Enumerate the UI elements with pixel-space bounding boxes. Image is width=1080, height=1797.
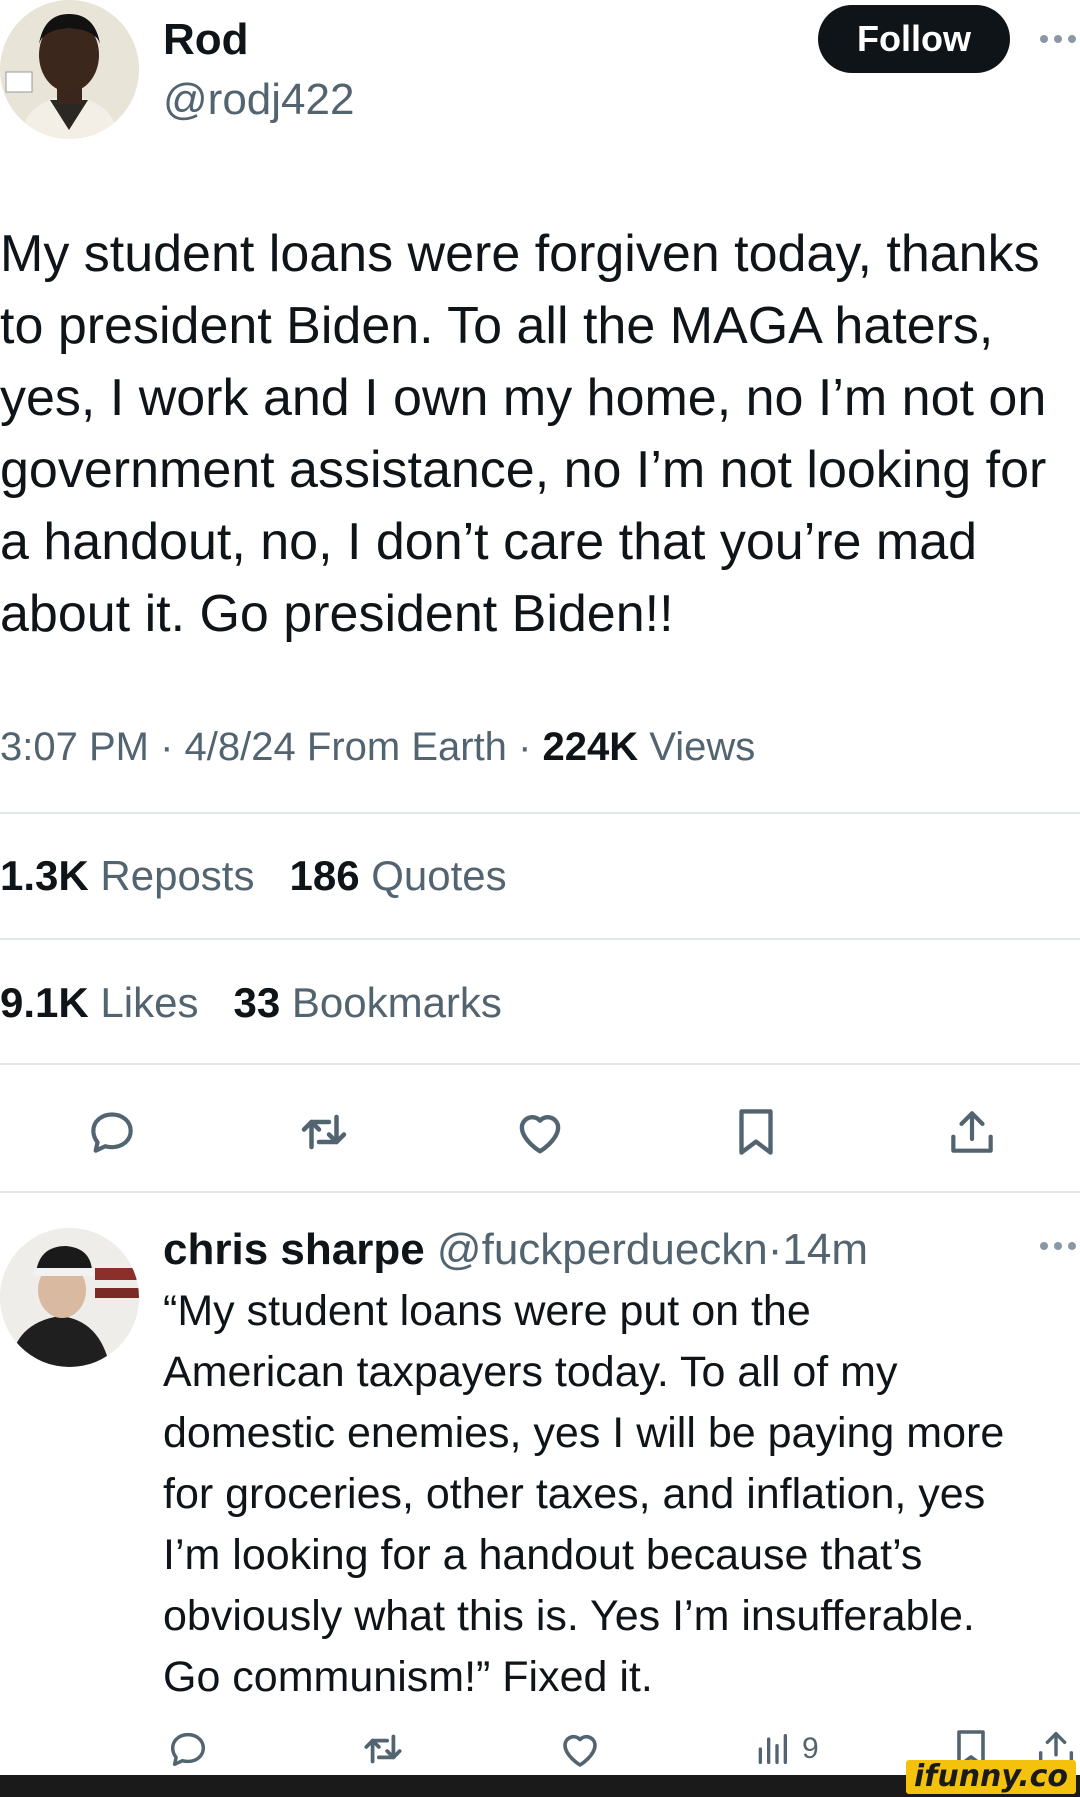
likes-label: Likes (100, 979, 199, 1026)
views-count: 224K (542, 725, 639, 769)
share-icon[interactable] (940, 1100, 1004, 1164)
meta-separator: · (767, 1225, 783, 1274)
reply-time[interactable]: 14m (782, 1225, 868, 1274)
meta-separator: · (160, 725, 174, 769)
meta-separator: · (518, 725, 532, 769)
more-options-icon[interactable] (1040, 35, 1076, 43)
reposts-label: Reposts (100, 852, 255, 899)
tweet-text: My student loans were forgiven today, th… (0, 225, 1047, 643)
views-icon (752, 1729, 792, 1769)
avatar[interactable] (0, 0, 139, 139)
repost-icon[interactable] (292, 1100, 356, 1164)
watermark-logo: ifunny.co (906, 1760, 1076, 1794)
like-stats: 9.1K Likes 33 Bookmarks (0, 978, 502, 1028)
avatar[interactable] (0, 1228, 139, 1367)
reposts-link[interactable]: 1.3K Reposts (0, 852, 254, 899)
more-options-icon[interactable] (1040, 1242, 1076, 1250)
reply-views-count: 9 (802, 1732, 819, 1765)
bookmarks-count: 33 (233, 979, 281, 1026)
bookmarks-link[interactable]: 33 Bookmarks (233, 979, 501, 1026)
quotes-count: 186 (289, 852, 360, 899)
bookmarks-label: Bookmarks (291, 979, 502, 1026)
reposts-count: 1.3K (0, 852, 89, 899)
reply-author-name[interactable]: chris sharpe (163, 1225, 425, 1274)
divider (0, 1191, 1080, 1193)
views-button[interactable]: 9 (752, 1724, 842, 1774)
quotes-label: Quotes (371, 852, 507, 899)
reply-author-handle[interactable]: @fuckperdueckn (437, 1225, 768, 1274)
divider (0, 938, 1080, 940)
tweet-meta: 3:07 PM · 4/8/24 From Earth · 224K Views (0, 722, 755, 772)
quotes-link[interactable]: 186 Quotes (289, 852, 506, 899)
repost-stats: 1.3K Reposts 186 Quotes (0, 851, 507, 901)
tweet-time[interactable]: 3:07 PM (0, 725, 149, 769)
likes-link[interactable]: 9.1K Likes (0, 979, 198, 1026)
like-icon[interactable] (555, 1724, 605, 1774)
divider (0, 812, 1080, 814)
reply-header: chris sharpe @fuckperdueckn·14m (163, 1222, 868, 1278)
like-icon[interactable] (508, 1100, 572, 1164)
author-display-name[interactable]: Rod (163, 16, 249, 64)
likes-count: 9.1K (0, 979, 89, 1026)
follow-button[interactable]: Follow (818, 5, 1010, 73)
tweet-date[interactable]: 4/8/24 (185, 725, 296, 769)
bookmark-icon[interactable] (724, 1100, 788, 1164)
reply-text: “My student loans were put on the Americ… (163, 1287, 1005, 1701)
author-handle[interactable]: @rodj422 (163, 76, 354, 124)
reply-icon[interactable] (163, 1724, 213, 1774)
repost-icon[interactable] (358, 1724, 408, 1774)
reply-icon[interactable] (80, 1100, 144, 1164)
views-label: Views (649, 725, 756, 769)
divider (0, 1063, 1080, 1065)
tweet-location: From Earth (306, 725, 507, 769)
